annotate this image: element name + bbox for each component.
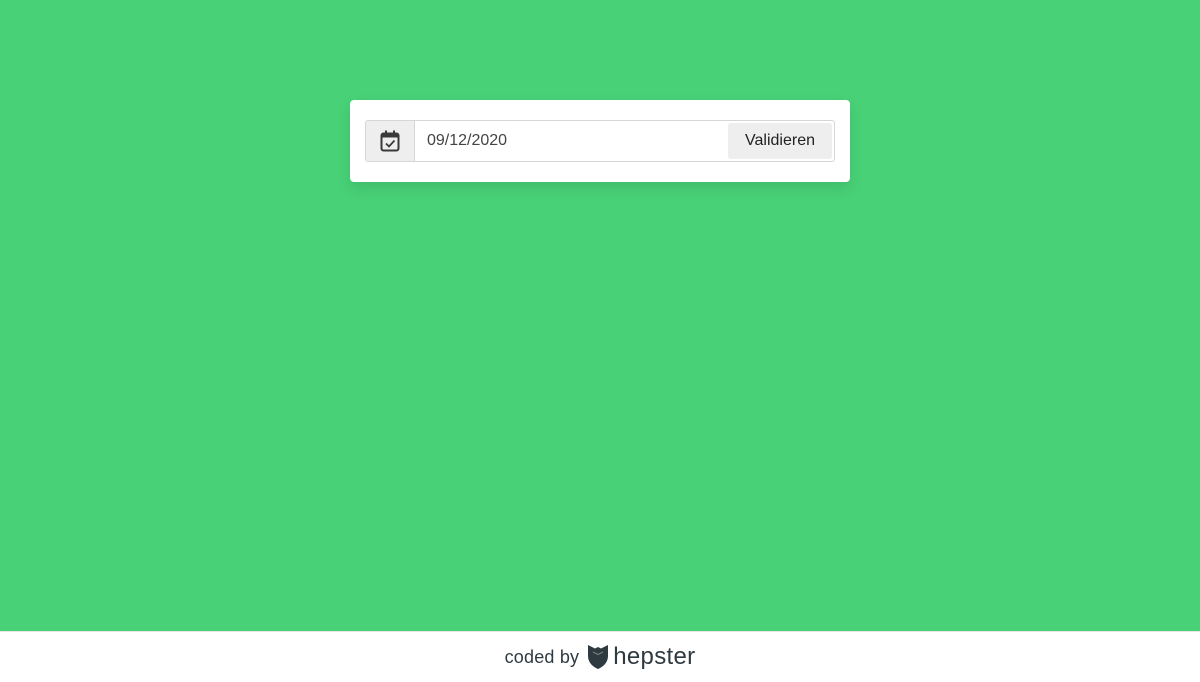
calendar-addon[interactable]	[366, 121, 415, 161]
brand-logo[interactable]: hepster	[587, 643, 695, 671]
date-input-group: Validieren	[365, 120, 835, 162]
app-background: Validieren coded by hepster	[0, 0, 1200, 682]
brand-name: hepster	[613, 643, 696, 670]
date-input[interactable]	[415, 121, 726, 161]
calendar-check-icon	[380, 130, 400, 152]
footer: coded by hepster	[0, 631, 1200, 682]
date-form-card: Validieren	[350, 100, 850, 182]
shield-logo-icon	[588, 645, 609, 669]
validate-button[interactable]: Validieren	[728, 123, 832, 159]
coded-by-text: coded by	[504, 646, 580, 667]
